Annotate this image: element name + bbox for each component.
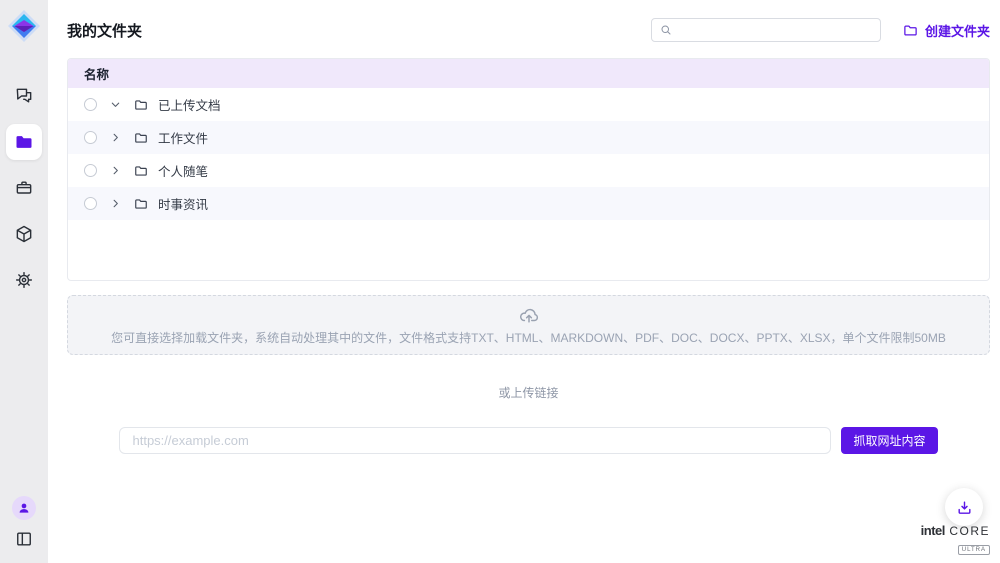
url-input[interactable] <box>119 427 831 454</box>
sidebar-nav <box>6 78 42 298</box>
panel-toggle-button[interactable] <box>14 529 34 549</box>
core-brand-text: core <box>949 524 990 538</box>
folder-icon <box>134 131 148 145</box>
intel-core-logo: intel core ultra <box>921 523 990 555</box>
upload-description: 您可直接选择加载文件夹，系统自动处理其中的文件，文件格式支持TXT、HTML、M… <box>111 329 946 346</box>
sidebar-item-apps[interactable] <box>6 216 42 252</box>
sidebar-bottom <box>12 496 36 549</box>
url-upload-row: 抓取网址内容 <box>67 427 990 454</box>
chevron-right-icon[interactable] <box>110 198 121 209</box>
sidebar-item-settings[interactable] <box>6 262 42 298</box>
row-checkbox[interactable] <box>84 164 97 177</box>
table-row[interactable]: 工作文件 <box>68 121 989 154</box>
briefcase-icon <box>14 178 34 198</box>
cloud-upload-icon <box>518 304 540 326</box>
chevron-right-icon[interactable] <box>110 132 121 143</box>
folder-name: 时事资讯 <box>158 194 208 213</box>
table-row[interactable]: 时事资讯 <box>68 187 989 220</box>
page-title: 我的文件夹 <box>67 20 142 41</box>
column-name: 名称 <box>84 64 109 83</box>
folder-table: 名称 已上传文档 工作文件 <box>67 58 990 281</box>
folder-icon <box>134 197 148 211</box>
folder-name: 工作文件 <box>158 128 208 147</box>
row-checkbox[interactable] <box>84 131 97 144</box>
chevron-down-icon[interactable] <box>110 99 121 110</box>
chevron-right-icon[interactable] <box>110 165 121 176</box>
folder-name: 已上传文档 <box>158 95 221 114</box>
chat-icon <box>14 86 34 106</box>
main-content: 我的文件夹 创建文件夹 名称 <box>48 0 1000 563</box>
sidebar-item-chat[interactable] <box>6 78 42 114</box>
topbar: 我的文件夹 创建文件夹 <box>67 18 990 42</box>
intel-brand-text: intel <box>921 523 945 538</box>
create-folder-button[interactable]: 创建文件夹 <box>903 21 990 40</box>
search-input[interactable] <box>678 22 872 38</box>
cube-icon <box>14 224 34 244</box>
row-checkbox[interactable] <box>84 98 97 111</box>
search-box[interactable] <box>651 18 881 42</box>
table-header: 名称 <box>68 59 989 88</box>
panel-toggle-icon <box>14 529 34 549</box>
folder-name: 个人随笔 <box>158 161 208 180</box>
sidebar <box>0 0 48 563</box>
folder-plus-icon <box>903 23 918 38</box>
folder-icon <box>14 132 34 152</box>
sidebar-item-folders[interactable] <box>6 124 42 160</box>
create-folder-label: 创建文件夹 <box>925 21 990 40</box>
folder-icon <box>134 98 148 112</box>
download-fab-button[interactable] <box>945 488 983 526</box>
ultra-badge: ultra <box>958 545 990 555</box>
search-icon <box>660 24 672 36</box>
row-checkbox[interactable] <box>84 197 97 210</box>
fetch-url-button[interactable]: 抓取网址内容 <box>841 427 937 454</box>
or-upload-link-label: 或上传链接 <box>67 384 990 401</box>
table-row[interactable]: 已上传文档 <box>68 88 989 121</box>
table-row[interactable]: 个人随笔 <box>68 154 989 187</box>
gear-icon <box>14 270 34 290</box>
upload-dropzone[interactable]: 您可直接选择加载文件夹，系统自动处理其中的文件，文件格式支持TXT、HTML、M… <box>67 295 990 355</box>
folder-icon <box>134 164 148 178</box>
app-logo gem-logo-icon <box>6 8 42 44</box>
sidebar-item-workspace[interactable] <box>6 170 42 206</box>
download-icon <box>956 499 973 516</box>
user-avatar[interactable] <box>12 496 36 520</box>
user-icon <box>17 501 31 515</box>
